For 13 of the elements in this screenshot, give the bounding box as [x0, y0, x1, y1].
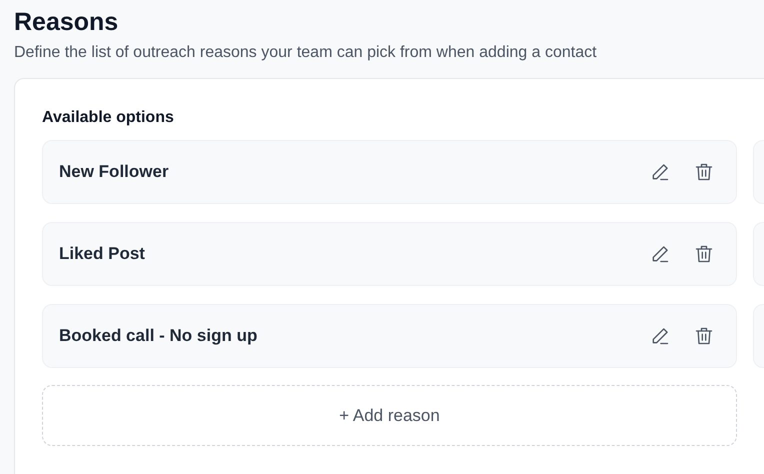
section-heading: Available options: [42, 108, 174, 128]
trash-icon: [694, 244, 714, 264]
option-label: Liked Post: [59, 244, 146, 264]
page-title: Reasons: [14, 7, 118, 38]
pencil-icon: [650, 326, 670, 346]
page-subtitle: Define the list of outreach reasons your team can pick from when adding a contact: [14, 43, 597, 63]
option-label: New Follower: [59, 162, 170, 182]
option-label: Booked call - No sign up: [59, 326, 258, 346]
pencil-icon: [650, 244, 670, 264]
trash-icon: [694, 162, 714, 182]
trash-icon: [694, 326, 714, 346]
pencil-icon: [650, 162, 670, 182]
add-reason-button[interactable]: + Add reason: [42, 385, 737, 446]
